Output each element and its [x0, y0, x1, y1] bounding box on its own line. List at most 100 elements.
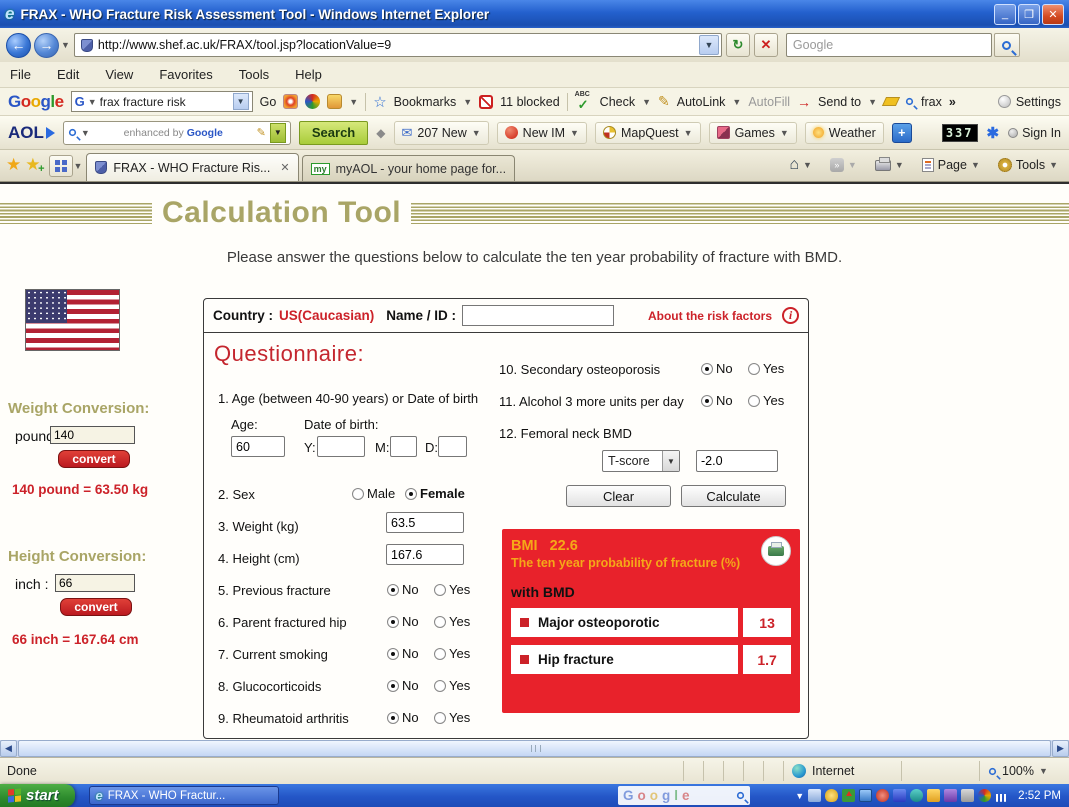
- sendto-button[interactable]: Send to: [818, 95, 861, 109]
- q9-no-option[interactable]: No: [387, 710, 419, 725]
- mapquest-dropdown-icon[interactable]: ▼: [684, 128, 693, 138]
- menu-file[interactable]: File: [10, 67, 31, 82]
- favorites-center-icon[interactable]: ★: [6, 155, 21, 175]
- q8-no-option[interactable]: No: [387, 678, 419, 693]
- scrollbar-thumb[interactable]: [18, 740, 1051, 757]
- tray-icon-sync[interactable]: [910, 789, 923, 802]
- tab-frax[interactable]: FRAX - WHO Fracture Ris... ✕: [86, 153, 298, 181]
- menu-tools[interactable]: Tools: [239, 67, 269, 82]
- google-search-input[interactable]: G ▼ frax fracture risk ▼: [71, 91, 253, 112]
- add-favorite-icon[interactable]: ★: [25, 155, 40, 175]
- aol-pencil-icon[interactable]: ✎: [257, 126, 266, 139]
- stop-button[interactable]: ✕: [754, 33, 778, 57]
- scroll-right-arrow[interactable]: ▶: [1052, 740, 1069, 757]
- tray-icon-volume[interactable]: [961, 789, 974, 802]
- tray-icon-google[interactable]: [978, 789, 991, 802]
- go-button[interactable]: Go: [260, 95, 277, 109]
- mapquest-button[interactable]: MapQuest ▼: [595, 122, 701, 144]
- tab-list-dropdown[interactable]: ▼: [74, 161, 83, 171]
- minimize-button[interactable]: _: [994, 4, 1016, 25]
- menu-favorites[interactable]: Favorites: [159, 67, 212, 82]
- q7-no-option[interactable]: No: [387, 646, 419, 661]
- about-risk-factors-link[interactable]: About the risk factors: [648, 309, 772, 323]
- check-dropdown-icon[interactable]: ▼: [642, 97, 651, 107]
- taskbar-frax-task[interactable]: e FRAX - WHO Fractur...: [89, 786, 279, 805]
- q11-yes-option[interactable]: Yes: [748, 393, 784, 408]
- print-button[interactable]: ▼: [868, 157, 911, 174]
- page-menu-button[interactable]: Page▼: [915, 155, 987, 175]
- search-placeholder[interactable]: Google: [793, 38, 985, 52]
- tray-icon-window[interactable]: [808, 789, 821, 802]
- q5-yes-option[interactable]: Yes: [434, 582, 470, 597]
- zoom-level[interactable]: 100%: [1002, 764, 1034, 778]
- scroll-left-arrow[interactable]: ◀: [0, 740, 17, 757]
- name-id-input[interactable]: [462, 305, 614, 326]
- address-field[interactable]: http://www.shef.ac.uk/FRAX/tool.jsp?loca…: [74, 33, 722, 57]
- aol-settings-gear-icon[interactable]: ✱: [987, 124, 1000, 142]
- q5-no-option[interactable]: No: [387, 582, 419, 597]
- games-button[interactable]: Games ▼: [709, 122, 797, 144]
- horizontal-scrollbar[interactable]: ◀ ▶: [0, 740, 1069, 757]
- weight-input[interactable]: [386, 512, 464, 533]
- g-dropdown-icon[interactable]: ▼: [88, 97, 97, 107]
- q11-no-option[interactable]: No: [701, 393, 733, 408]
- q8-yes-option[interactable]: Yes: [434, 678, 470, 693]
- forward-button[interactable]: →: [34, 33, 59, 58]
- search-go-button[interactable]: [994, 33, 1020, 57]
- google-deskbar[interactable]: Google: [618, 786, 750, 805]
- autolink-dropdown-icon[interactable]: ▼: [732, 97, 741, 107]
- tscore-input[interactable]: [696, 450, 778, 472]
- im-dropdown-icon[interactable]: ▼: [570, 128, 579, 138]
- menu-edit[interactable]: Edit: [57, 67, 79, 82]
- select-arrow-icon[interactable]: ▼: [662, 451, 679, 471]
- q6-no-option[interactable]: No: [387, 614, 419, 629]
- q10-yes-option[interactable]: Yes: [748, 361, 784, 376]
- settings-button[interactable]: Settings: [1016, 95, 1061, 109]
- q10-no-option[interactable]: No: [701, 361, 733, 376]
- female-radio[interactable]: [405, 488, 417, 500]
- tray-icon-alert[interactable]: [876, 789, 889, 802]
- tray-icon-updates[interactable]: [842, 789, 855, 802]
- close-button[interactable]: ✕: [1042, 4, 1064, 25]
- google-search-value[interactable]: frax fracture risk: [100, 95, 230, 109]
- tray-icon-messenger[interactable]: [927, 789, 940, 802]
- q9-yes-option[interactable]: Yes: [434, 710, 470, 725]
- weight-convert-button[interactable]: convert: [58, 450, 130, 468]
- clear-button[interactable]: Clear: [566, 485, 671, 507]
- url-text[interactable]: http://www.shef.ac.uk/FRAX/tool.jsp?loca…: [98, 38, 694, 52]
- q7-yes-option[interactable]: Yes: [434, 646, 470, 661]
- tools-menu-button[interactable]: Tools▼: [991, 155, 1065, 175]
- tray-icon-network[interactable]: [893, 789, 906, 802]
- calculate-button[interactable]: Calculate: [681, 485, 786, 507]
- pound-input[interactable]: [50, 426, 135, 444]
- height-convert-button[interactable]: convert: [60, 598, 132, 616]
- mail-button[interactable]: ✉ 207 New ▼: [394, 121, 489, 145]
- menu-help[interactable]: Help: [295, 67, 322, 82]
- inch-input[interactable]: [55, 574, 135, 592]
- pagerank-icon[interactable]: [305, 94, 320, 109]
- news-dropdown-icon[interactable]: ▼: [349, 97, 358, 107]
- height-input[interactable]: [386, 544, 464, 565]
- tray-icon-device[interactable]: [944, 789, 957, 802]
- more-buttons-chevron[interactable]: »: [949, 95, 956, 109]
- bookmarks-dropdown-icon[interactable]: ▼: [463, 97, 472, 107]
- print-results-button[interactable]: [761, 536, 791, 566]
- news-icon[interactable]: [327, 94, 342, 109]
- tab-myaol[interactable]: my myAOL - your home page for...: [302, 155, 515, 181]
- feeds-button[interactable]: »▼: [823, 155, 864, 175]
- home-button[interactable]: ⌂▼: [782, 153, 819, 177]
- zoom-control[interactable]: 100% ▼: [979, 761, 1069, 781]
- add-toolbar-button[interactable]: +: [892, 123, 912, 143]
- autolink-button[interactable]: AutoLink: [677, 95, 726, 109]
- male-radio[interactable]: [352, 488, 364, 500]
- games-dropdown-icon[interactable]: ▼: [780, 128, 789, 138]
- aol-search-input[interactable]: ▼ enhanced by Google ✎ ▼: [63, 121, 291, 145]
- word-find-frax[interactable]: frax: [921, 95, 942, 109]
- zoom-dropdown-icon[interactable]: ▼: [1039, 766, 1048, 776]
- bookmarks-button[interactable]: Bookmarks: [394, 95, 457, 109]
- aol-search-dropdown[interactable]: ▼: [81, 128, 90, 138]
- tray-hide-icon[interactable]: ▼: [795, 791, 804, 801]
- instant-message-button[interactable]: New IM ▼: [497, 122, 587, 144]
- tray-icon-display[interactable]: [859, 789, 872, 802]
- address-dropdown-button[interactable]: ▼: [699, 35, 719, 55]
